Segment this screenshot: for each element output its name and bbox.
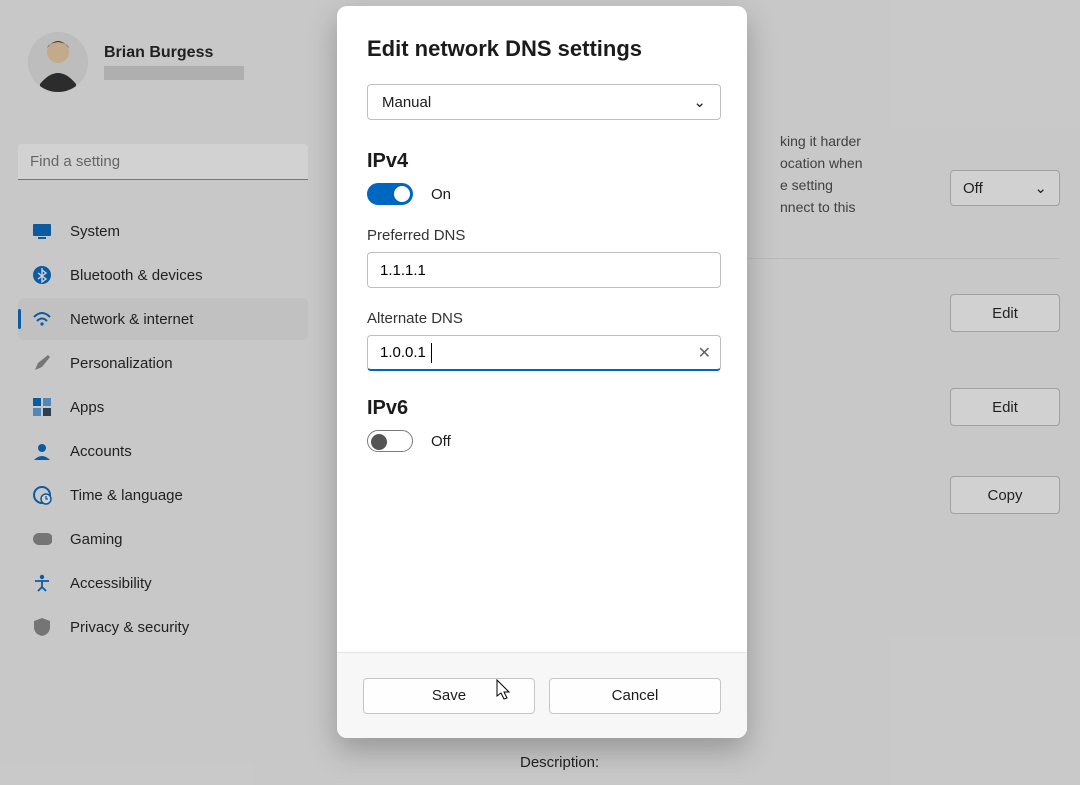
dns-mode-select[interactable]: Manual ⌄ (367, 84, 721, 120)
ipv4-heading: IPv4 (367, 150, 721, 173)
dns-settings-modal: Edit network DNS settings Manual ⌄ IPv4 … (337, 6, 747, 738)
text-cursor (431, 343, 432, 363)
ipv4-toggle[interactable] (367, 183, 413, 205)
ipv6-heading: IPv6 (367, 397, 721, 420)
ipv4-toggle-state: On (431, 186, 451, 203)
modal-title: Edit network DNS settings (367, 36, 721, 62)
alternate-dns-input[interactable] (367, 335, 721, 371)
preferred-dns-input[interactable] (367, 252, 721, 288)
chevron-down-icon: ⌄ (693, 93, 706, 111)
cancel-button[interactable]: Cancel (549, 678, 721, 714)
mouse-cursor (496, 679, 514, 701)
select-value: Manual (382, 94, 431, 111)
ipv6-toggle-state: Off (431, 433, 451, 450)
preferred-dns-label: Preferred DNS (367, 227, 721, 244)
ipv6-toggle[interactable] (367, 430, 413, 452)
clear-input-icon[interactable]: ✕ (698, 343, 711, 363)
alternate-dns-label: Alternate DNS (367, 310, 721, 327)
